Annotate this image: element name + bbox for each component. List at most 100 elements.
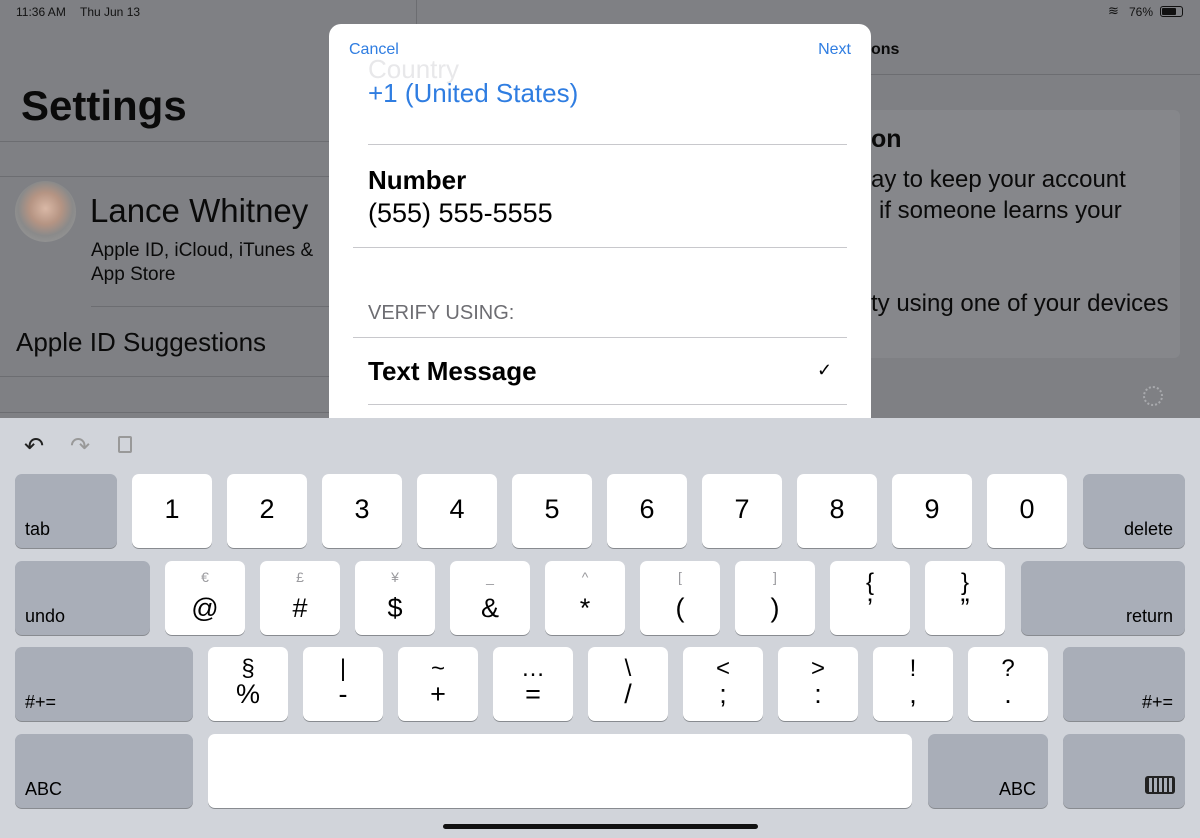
next-button[interactable]: Next [818, 41, 851, 59]
key-label: 3 [354, 494, 370, 524]
key-label: 1 [164, 494, 180, 524]
key-*[interactable]: ^ * [545, 561, 625, 635]
key-alt-label: ¥ [391, 569, 399, 585]
key-alt-label: € [201, 569, 209, 585]
key-label: - [338, 679, 348, 709]
number-label: Number [368, 165, 467, 195]
avatar[interactable] [15, 181, 76, 242]
key-label: , [909, 679, 917, 709]
country-value[interactable]: +1 (United States) [368, 78, 578, 109]
status-date: Thu Jun 13 [80, 5, 141, 19]
wifi-icon: ≋ [1108, 3, 1119, 18]
space-bar[interactable] [208, 734, 912, 808]
key-&[interactable]: _ & [450, 561, 530, 635]
key-label: # [292, 593, 308, 623]
key-label: 4 [449, 494, 465, 524]
key-label: ( [675, 593, 685, 623]
symbols-key-left[interactable]: #+= [15, 647, 193, 721]
key-label: 9 [924, 494, 940, 524]
key-=[interactable]: … = [493, 647, 573, 721]
key-alt-label: £ [296, 569, 304, 585]
key-label: 7 [734, 494, 750, 524]
key-9[interactable]: 9 [892, 474, 972, 548]
delete-key[interactable]: delete [1083, 474, 1185, 548]
key-label: & [480, 593, 499, 623]
key-)[interactable]: ]) [735, 561, 815, 635]
profile-name[interactable]: Lance Whitney [90, 192, 308, 230]
key-1[interactable]: 1 [132, 474, 212, 548]
battery-percent: 76% [1129, 5, 1154, 19]
key-%[interactable]: §% [208, 647, 288, 721]
key-label: @ [191, 593, 219, 623]
key--[interactable]: | - [303, 647, 383, 721]
phone-number-sheet: Country Cancel Next +1 (United States) N… [329, 24, 871, 444]
abc-key-left[interactable]: ABC [15, 734, 193, 808]
key-label: = [525, 679, 541, 709]
key-;[interactable]: <; [683, 647, 763, 721]
key-label: ’ [867, 593, 873, 623]
apple-id-suggestions[interactable]: Apple ID Suggestions [16, 327, 266, 358]
text-message-label: Text Message [368, 356, 537, 386]
key-label: : [814, 679, 822, 709]
key-label: 0 [1019, 494, 1035, 524]
return-key[interactable]: return [1021, 561, 1185, 635]
key-.[interactable]: ?. [968, 647, 1048, 721]
key-label: ; [719, 679, 727, 709]
key-label: 5 [544, 494, 560, 524]
key-label: $ [387, 593, 403, 623]
key-8[interactable]: 8 [797, 474, 877, 548]
status-time: 11:36 AM [16, 5, 66, 19]
key-6[interactable]: 6 [607, 474, 687, 548]
key-label: + [430, 679, 446, 709]
key-:[interactable]: >: [778, 647, 858, 721]
symbols-key-right[interactable]: #+= [1063, 647, 1185, 721]
key-alt-label: [ [678, 569, 682, 585]
key-label: 8 [829, 494, 845, 524]
key-label: ” [960, 593, 970, 623]
key-’[interactable]: {’ [830, 561, 910, 635]
paste-icon[interactable] [118, 436, 132, 453]
detail-line-2: if someone learns your [879, 197, 1122, 224]
key-2[interactable]: 2 [227, 474, 307, 548]
key-([interactable]: [( [640, 561, 720, 635]
tab-key[interactable]: tab [15, 474, 117, 548]
key-label: / [624, 679, 632, 709]
battery-icon [1160, 6, 1183, 17]
text-message-option[interactable]: Text Message ✓ [329, 338, 871, 404]
key-alt-label: ] [773, 569, 777, 585]
undo-key[interactable]: undo [15, 561, 150, 635]
key-+[interactable]: ~ + [398, 647, 478, 721]
key-3[interactable]: 3 [322, 474, 402, 548]
dismiss-keyboard-key[interactable] [1063, 734, 1185, 808]
detail-line-1: ay to keep your account [871, 166, 1126, 193]
key-label: % [235, 679, 260, 709]
key-5[interactable]: 5 [512, 474, 592, 548]
number-field[interactable]: (555) 555-5555 [368, 198, 553, 229]
verify-header: VERIFY USING: [368, 302, 515, 324]
keyboard: ↶ ↷ 1 2 3 4 5 6 7 8 9 0 € @ £ # ¥ $ _ & ^ *[(]){’}” §% | - ~ +… =… [0, 418, 1200, 838]
key-0[interactable]: 0 [987, 474, 1067, 548]
key-4[interactable]: 4 [417, 474, 497, 548]
key-@[interactable]: € @ [165, 561, 245, 635]
key-label: * [579, 593, 591, 623]
key-label: 2 [259, 494, 275, 524]
key-$[interactable]: ¥ $ [355, 561, 435, 635]
redo-icon[interactable]: ↷ [70, 432, 90, 461]
detail-nav-title: ons [871, 41, 900, 58]
key-#[interactable]: £ # [260, 561, 340, 635]
profile-subtitle-2: App Store [91, 264, 176, 285]
abc-key-right[interactable]: ABC [928, 734, 1048, 808]
key-label: ) [770, 593, 780, 623]
profile-subtitle-1: Apple ID, iCloud, iTunes & [91, 240, 314, 261]
key-7[interactable]: 7 [702, 474, 782, 548]
key-alt-label: _ [486, 569, 494, 585]
page-title: Settings [21, 82, 187, 129]
loading-spinner-icon [1143, 386, 1163, 406]
key-,[interactable]: !, [873, 647, 953, 721]
undo-icon[interactable]: ↶ [24, 432, 44, 461]
key-”[interactable]: }” [925, 561, 1005, 635]
detail-line-3: ty using one of your devices [871, 290, 1169, 317]
key-label: . [1004, 679, 1012, 709]
key-/[interactable]: \ / [588, 647, 668, 721]
cancel-button[interactable]: Cancel [349, 41, 399, 59]
